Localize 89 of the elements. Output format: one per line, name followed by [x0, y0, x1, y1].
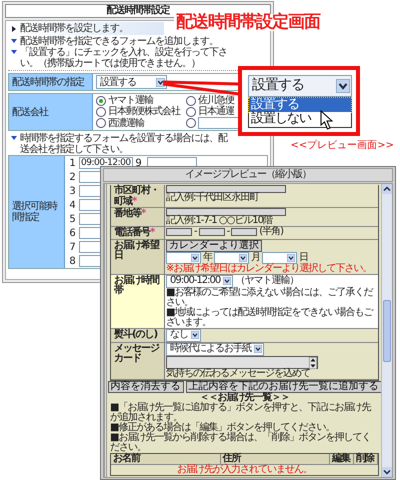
time-dropdown[interactable]: 09:00-12:00 — [166, 274, 234, 288]
dropdown[interactable]: なし — [166, 328, 201, 342]
note-text: ■お届け先一覧から削除する場合は、「削除」ボタンを押してください。 — [110, 432, 372, 452]
text-field[interactable] — [166, 208, 286, 216]
radio-button[interactable] — [186, 118, 196, 128]
dropdown[interactable] — [262, 252, 297, 264]
row-label: 配送時間帯の指定 — [9, 74, 93, 90]
dropdown[interactable]: 設置する — [96, 75, 167, 89]
slot-number: 6 — [68, 228, 76, 238]
radio-label: 日本郵便株式会社 — [108, 106, 180, 117]
radio-button[interactable] — [96, 96, 106, 106]
scroll-thumb[interactable] — [383, 300, 391, 362]
preview-caption: <<プレビュー画面>> — [290, 140, 394, 151]
slot-number: 1 — [68, 158, 76, 168]
scroll-down-icon[interactable] — [382, 467, 392, 477]
note-text: 配送時間帯を指定できるフォームを追加します。 — [20, 36, 218, 47]
empty-message: お届け先が入力されていません。 — [176, 464, 313, 474]
dropdown[interactable] — [166, 252, 201, 264]
radio-label: 西濃運輸 — [108, 118, 144, 128]
note-text: ■「お届け先一覧に追加する」ボタンを押すと、下記にお届け先が追加されます。 — [110, 402, 372, 422]
slot-number: 4 — [68, 200, 76, 210]
calendar-button[interactable]: カレンダーより選択 — [166, 240, 262, 252]
warning-text: ※お届け希望日はカレンダーより選択して下さい。 — [166, 264, 372, 274]
text-field[interactable] — [166, 185, 286, 193]
chevron-down-icon — [287, 254, 295, 262]
slot-number: 7 — [68, 242, 76, 252]
chevron-down-icon — [223, 277, 232, 285]
text-field[interactable] — [231, 228, 258, 236]
window-title: イメージプレビュー（縮小版） — [103, 168, 393, 182]
hint-text: (半角) — [259, 227, 284, 237]
column-header: 削除 — [354, 454, 378, 464]
field-label: メッセージカード — [111, 342, 165, 380]
row-label: 選択可能時間指定 — [9, 156, 65, 268]
radio-label: 佐川急便 — [198, 95, 234, 106]
chevron-down-icon — [239, 254, 247, 262]
triangle-right-icon — [11, 26, 17, 32]
dropdown[interactable]: 時候代によるお手紙 — [166, 342, 264, 356]
radio-button[interactable] — [186, 106, 196, 116]
row-label: 配送会社 — [9, 94, 93, 130]
text-field[interactable] — [166, 228, 192, 236]
column-header: お名前 — [111, 454, 220, 464]
hint-text: 気持ちの伝わるメッセージを込めて — [166, 368, 310, 378]
carrier-text: （ヤマト運輸） — [235, 276, 298, 286]
unit-label: 日 — [299, 252, 308, 262]
chevron-down-icon — [254, 345, 262, 353]
section-heading: ＜＜お届け先一覧＞＞ — [200, 392, 290, 402]
example-text: 記入例:1-7-1 ○○ビル10階 — [166, 216, 272, 226]
dropdown-option[interactable]: 設置する — [249, 98, 351, 112]
field-label: お届け希望日 — [111, 240, 165, 274]
text-field[interactable] — [198, 228, 225, 236]
example-text: 記入例:千代田区永田町 — [166, 193, 258, 203]
field-label: 電話番号* — [111, 227, 165, 240]
slot-number: 8 — [68, 256, 76, 266]
dropdown[interactable]: 設置する — [248, 75, 352, 97]
column-header: 住所 — [220, 454, 330, 464]
slot-number: 5 — [68, 214, 76, 224]
radio-label: 日本通運 — [198, 106, 234, 117]
field-label: 熨斗(のし) — [111, 328, 165, 342]
separator-text: - — [194, 227, 197, 237]
scroll-arrows-icon — [309, 356, 317, 368]
scroll-up-icon[interactable] — [382, 184, 392, 194]
note-text: 時間帯を指定するフォームを設置する場合には、配送会社を指定して下さい。 — [20, 133, 228, 155]
radio-button[interactable] — [96, 118, 106, 128]
note-text: 「設置する」にチェックを入れ、設定を行って下さい。（携帯版カートでは使用できません。） — [20, 47, 228, 69]
unit-label: 月 — [251, 252, 260, 262]
note-text: ■地域によっては配送時間指定をできない場合もございます。 — [166, 308, 374, 328]
column-header: 編集 — [330, 454, 354, 464]
chevron-down-icon — [191, 254, 199, 262]
chevron-down-icon — [336, 79, 350, 93]
slot-number: 2 — [68, 172, 76, 182]
unit-label: 年 — [203, 252, 212, 262]
slot-number: 9 — [134, 158, 142, 168]
form-button[interactable]: 内容を消去する — [108, 380, 184, 392]
form-button[interactable]: 上記内容を下記のお届け先一覧に追加する — [186, 380, 382, 392]
slot-number: 3 — [68, 186, 76, 196]
field-label: 番地等* — [111, 208, 165, 227]
triangle-down-icon — [11, 135, 17, 141]
chevron-down-icon — [191, 331, 199, 339]
message-textarea[interactable] — [166, 356, 318, 368]
note-text: ■お客様のご希望に添えない場合には、ご了承ください。 — [166, 288, 374, 308]
dropdown-option[interactable]: 設置しない — [249, 112, 351, 127]
note-text: ■修正がある場合は「編集」ボタンを押してください。 — [110, 422, 334, 432]
separator-text: - — [226, 227, 230, 237]
field-label: お届け時間帯 — [111, 274, 165, 328]
intro-text: 配送時間帯を設定します。 — [20, 23, 128, 34]
radio-button[interactable] — [186, 96, 196, 106]
radio-button[interactable] — [96, 106, 106, 116]
field-label: 市区町村・町域* — [111, 185, 165, 208]
radio-label: ヤマト運輸 — [108, 95, 153, 106]
